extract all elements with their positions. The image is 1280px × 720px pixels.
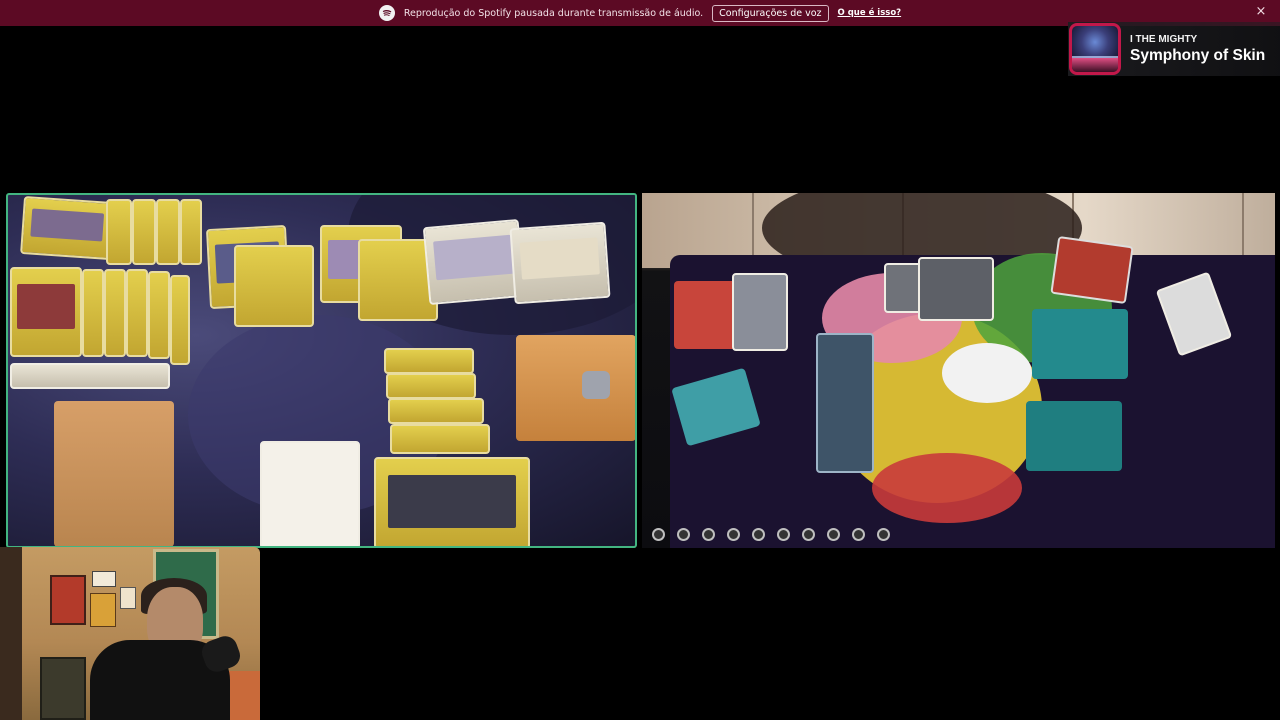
- video-tile-right[interactable]: [642, 193, 1275, 548]
- spotify-icon: [378, 5, 395, 21]
- picture-frame: [90, 593, 116, 627]
- card: [384, 348, 474, 374]
- life-counter-9: [677, 528, 690, 541]
- poster: [40, 657, 86, 720]
- card: [170, 275, 190, 365]
- close-icon[interactable]: ×: [1254, 5, 1268, 19]
- life-counter-8: [702, 528, 715, 541]
- picture-frame: [120, 587, 136, 609]
- card: [10, 363, 170, 389]
- life-counter-3: [827, 528, 840, 541]
- picture-frame: [92, 571, 116, 587]
- life-counter-2: [852, 528, 865, 541]
- card: [104, 269, 126, 357]
- card: [106, 199, 132, 265]
- card: [126, 269, 148, 357]
- card: [509, 221, 611, 305]
- card: [674, 281, 736, 349]
- voice-settings-button[interactable]: Configurações de voz: [712, 4, 829, 22]
- life-counter-4: [802, 528, 815, 541]
- card: [732, 273, 788, 351]
- card: [148, 271, 170, 359]
- card: [1050, 235, 1134, 305]
- life-counter-6: [752, 528, 765, 541]
- card: [10, 267, 82, 357]
- life-counter-5: [777, 528, 790, 541]
- card: [374, 457, 530, 546]
- banner-message: Reprodução do Spotify pausada durante tr…: [403, 7, 704, 19]
- card: [386, 373, 476, 399]
- life-counter-1: [877, 528, 890, 541]
- poster: [50, 575, 86, 625]
- album-art: [1069, 23, 1121, 75]
- card: [132, 199, 156, 265]
- card: [390, 424, 490, 454]
- deck-pile: [54, 401, 174, 546]
- card: [156, 199, 180, 265]
- doorframe: [0, 547, 22, 720]
- now-playing-widget: I THE MIGHTY Symphony of Skin: [1068, 22, 1280, 76]
- card: [918, 257, 994, 321]
- card: [388, 398, 484, 424]
- what-is-this-link[interactable]: O que é isso?: [838, 8, 902, 18]
- card-sleeve: [260, 441, 360, 546]
- card: [82, 269, 104, 357]
- card-stack: [816, 333, 874, 473]
- card: [180, 199, 202, 265]
- card-pile: [516, 335, 635, 441]
- die: [582, 371, 610, 399]
- artist-name: I THE MIGHTY: [1130, 33, 1198, 45]
- card: [234, 245, 314, 327]
- card: [20, 195, 114, 261]
- deck-box: [1032, 309, 1128, 379]
- life-counter-10: [652, 528, 665, 541]
- deck-box: [1026, 401, 1122, 471]
- video-tile-left[interactable]: [6, 193, 637, 548]
- track-title: Symphony of Skin: [1130, 46, 1266, 64]
- life-counter-7: [727, 528, 740, 541]
